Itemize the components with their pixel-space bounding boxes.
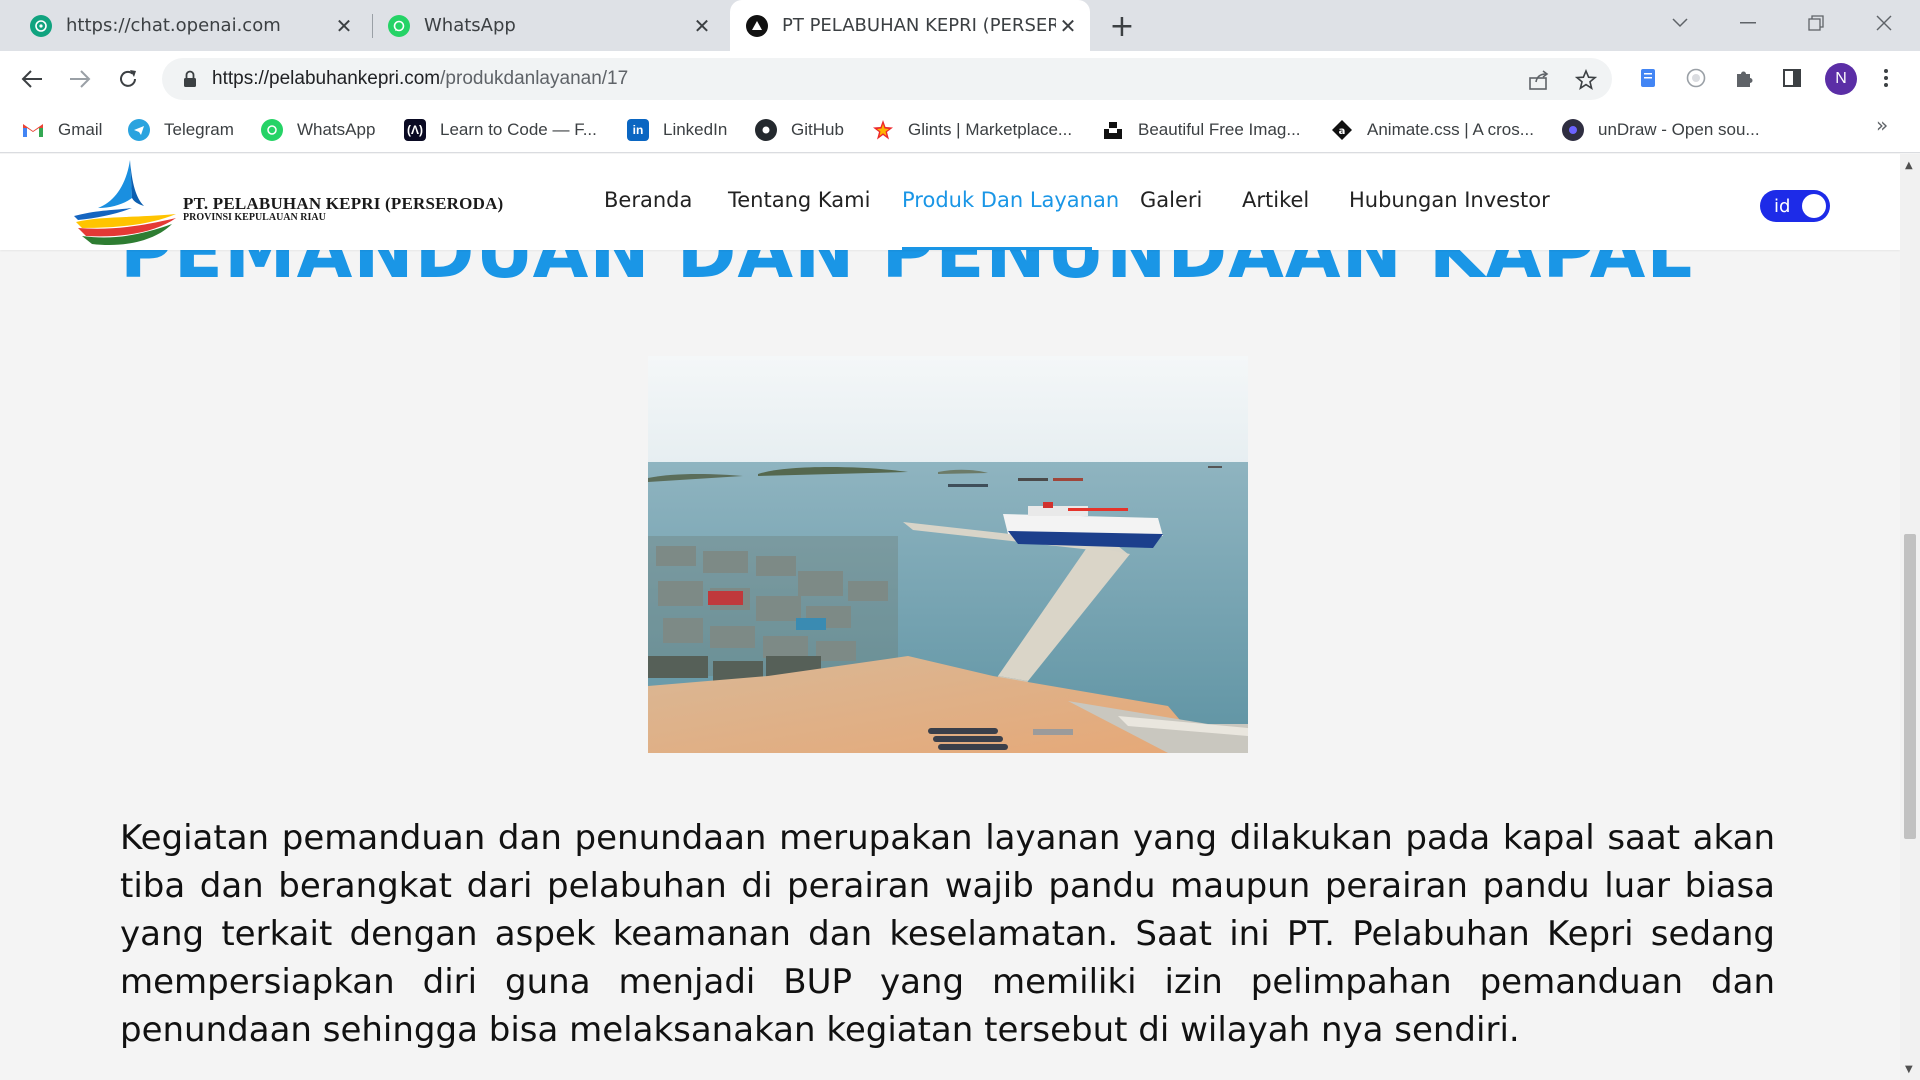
close-icon[interactable]: ✕ [332, 14, 356, 38]
undraw-icon [1562, 119, 1584, 141]
brand-name[interactable]: PT. PELABUHAN KEPRI (PERSERODA) PROVINSI… [183, 194, 503, 223]
glints-icon [872, 119, 894, 141]
close-window-icon[interactable] [1864, 8, 1904, 38]
toggle-knob [1802, 194, 1826, 218]
url-path: /produkdanlayanan/17 [440, 68, 629, 89]
url-text: https://pelabuhankepri.com/produkdanlaya… [212, 68, 628, 90]
extension-docs-icon[interactable] [1634, 64, 1662, 92]
bookmark-gmail[interactable]: Gmail [22, 118, 102, 142]
animate-icon: a [1331, 119, 1353, 141]
tab-whatsapp[interactable]: WhatsApp ✕ [374, 0, 724, 51]
nav-tentang-kami[interactable]: Tentang Kami [728, 188, 870, 212]
bookmark-star-icon[interactable] [1574, 68, 1598, 92]
browser-toolbar: https://pelabuhankepri.com/produkdanlaya… [0, 51, 1920, 107]
bookmark-whatsapp[interactable]: WhatsApp [261, 118, 375, 142]
tab-separator [372, 14, 373, 38]
telegram-icon [128, 119, 150, 141]
nav-beranda[interactable]: Beranda [604, 188, 692, 212]
close-icon[interactable]: ✕ [690, 14, 714, 38]
menu-kebab-icon[interactable] [1872, 64, 1900, 92]
bookmark-linkedin[interactable]: in LinkedIn [627, 118, 727, 142]
openai-icon [30, 14, 52, 37]
page-scrollbar[interactable]: ▲ ▼ [1900, 154, 1920, 1080]
tab-chatgpt[interactable]: https://chat.openai.com ✕ [16, 0, 366, 51]
address-bar[interactable]: https://pelabuhankepri.com/produkdanlaya… [162, 58, 1612, 100]
active-nav-indicator [902, 247, 1092, 250]
back-icon[interactable] [16, 63, 48, 95]
bookmark-label: WhatsApp [297, 120, 376, 139]
close-icon[interactable]: ✕ [1056, 14, 1080, 38]
brand-line-1: PT. PELABUHAN KEPRI (PERSERODA) [183, 194, 504, 213]
tab-pelabuhan-kepri[interactable]: PT PELABUHAN KEPRI (PERSERODA) ✕ [730, 0, 1090, 51]
bookmark-label: Beautiful Free Imag... [1138, 120, 1301, 139]
port-aerial-photo [648, 356, 1248, 753]
profile-avatar[interactable]: N [1825, 63, 1857, 95]
url-domain: https://pelabuhankepri.com [212, 68, 441, 89]
lock-icon[interactable] [180, 70, 200, 88]
tab-title: WhatsApp [424, 15, 516, 36]
minimize-icon[interactable] [1728, 8, 1768, 38]
share-icon[interactable] [1527, 68, 1551, 92]
bookmark-label: Glints | Marketplace... [908, 120, 1073, 139]
site-favicon-icon [746, 14, 768, 37]
github-icon [755, 119, 777, 141]
freecodecamp-icon: (Λ) [404, 119, 426, 141]
new-tab-button[interactable]: + [1108, 9, 1136, 44]
bookmark-unsplash[interactable]: Beautiful Free Imag... [1102, 118, 1301, 142]
tab-search-icon[interactable] [1660, 8, 1700, 38]
extension-record-icon[interactable] [1682, 64, 1710, 92]
restore-icon[interactable] [1796, 8, 1836, 38]
bookmark-label: Gmail [58, 120, 103, 139]
nav-galeri[interactable]: Galeri [1140, 188, 1202, 212]
bookmark-label: unDraw - Open sou... [1598, 120, 1760, 139]
forward-icon[interactable] [64, 63, 96, 95]
bookmark-github[interactable]: GitHub [755, 118, 844, 142]
bookmark-label: Telegram [164, 120, 234, 139]
language-toggle[interactable]: id [1760, 190, 1830, 222]
nav-artikel[interactable]: Artikel [1242, 188, 1309, 212]
side-panel-icon[interactable] [1778, 64, 1806, 92]
web-page: PT. PELABUHAN KEPRI (PERSERODA) PROVINSI… [0, 154, 1900, 1080]
bookmarks-bar: Gmail Telegram WhatsApp (Λ) Learn to Cod… [0, 107, 1920, 153]
linkedin-icon: in [627, 119, 649, 141]
service-description: Kegiatan pemanduan dan penundaan merupak… [120, 818, 1775, 1050]
extensions-puzzle-icon[interactable] [1730, 64, 1758, 92]
scroll-down-icon[interactable]: ▼ [1905, 1064, 1915, 1075]
bookmark-freecodecamp[interactable]: (Λ) Learn to Code — F... [404, 118, 597, 142]
tab-title: https://chat.openai.com [66, 15, 281, 36]
more-bookmarks-button[interactable]: » [1876, 113, 1888, 137]
nav-produk-dan-layanan[interactable]: Produk Dan Layanan [902, 188, 1119, 212]
reload-icon[interactable] [112, 63, 144, 95]
browser-tab-strip: https://chat.openai.com ✕ WhatsApp ✕ PT … [0, 0, 1920, 51]
bookmark-animate-css[interactable]: a Animate.css | A cros... [1331, 118, 1534, 142]
scroll-up-icon[interactable]: ▲ [1905, 160, 1915, 171]
gmail-icon [22, 119, 44, 141]
bookmark-label: GitHub [791, 120, 844, 139]
svg-text:a: a [1339, 126, 1346, 137]
nav-hubungan-investor[interactable]: Hubungan Investor [1349, 188, 1550, 212]
tab-title: PT PELABUHAN KEPRI (PERSERODA) [782, 15, 1056, 36]
unsplash-icon [1102, 119, 1124, 141]
site-header: PT. PELABUHAN KEPRI (PERSERODA) PROVINSI… [0, 154, 1900, 250]
language-label: id [1774, 195, 1791, 217]
bookmark-label: Animate.css | A cros... [1367, 120, 1534, 139]
bookmark-telegram[interactable]: Telegram [128, 118, 234, 142]
bookmark-label: Learn to Code — F... [440, 120, 597, 139]
bookmark-undraw[interactable]: unDraw - Open sou... [1562, 118, 1760, 142]
whatsapp-icon [388, 14, 410, 37]
bookmark-label: LinkedIn [663, 120, 728, 139]
whatsapp-icon [261, 119, 283, 141]
pelabuhan-kepri-logo[interactable] [72, 158, 182, 246]
scrollbar-thumb[interactable] [1904, 534, 1916, 839]
bookmark-glints[interactable]: Glints | Marketplace... [872, 118, 1072, 142]
